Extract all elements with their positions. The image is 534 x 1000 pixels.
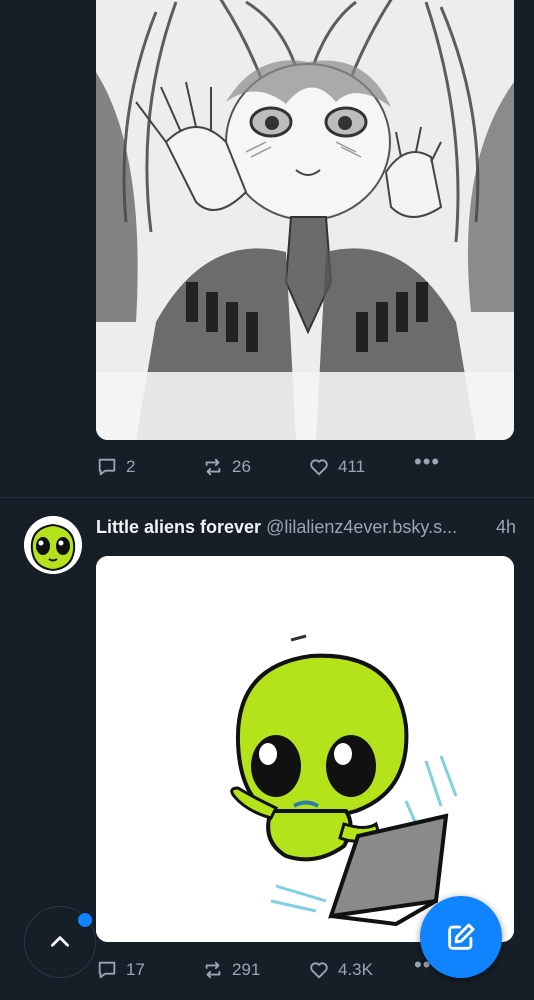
reply-count: 2 bbox=[126, 457, 136, 476]
reply-count: 17 bbox=[126, 960, 145, 979]
avatar[interactable] bbox=[24, 516, 82, 574]
post-image-alien[interactable] bbox=[96, 556, 514, 942]
author-name[interactable]: Little aliens forever bbox=[96, 517, 261, 537]
compose-post-button[interactable] bbox=[420, 896, 502, 978]
post-header: Little aliens forever @lilalienz4ever.bs… bbox=[96, 517, 516, 541]
repost-count: 291 bbox=[232, 960, 261, 979]
like-button[interactable]: 411 bbox=[308, 456, 365, 478]
like-count: 4.3K bbox=[338, 960, 373, 979]
alien-illustration bbox=[96, 556, 514, 942]
heart-icon bbox=[310, 459, 328, 476]
author-handle[interactable]: @lilalienz4ever.bsky.s... bbox=[266, 517, 457, 537]
post-timestamp: 4h bbox=[495, 517, 516, 537]
repost-button[interactable]: 26 bbox=[202, 456, 251, 478]
post-image-sketch[interactable] bbox=[96, 0, 514, 440]
feed: 2 26 411 ••• Little aliens forever @lila… bbox=[0, 0, 534, 1000]
post-divider bbox=[0, 497, 534, 498]
heart-icon bbox=[310, 962, 328, 979]
like-count: 411 bbox=[338, 457, 366, 476]
repost-count: 26 bbox=[232, 457, 251, 476]
chevron-up-icon bbox=[51, 936, 69, 947]
pencil-sketch-illustration bbox=[96, 0, 514, 440]
speech-bubble-icon bbox=[98, 458, 116, 476]
repost-arrows-icon bbox=[205, 961, 221, 979]
speech-bubble-icon bbox=[98, 961, 116, 979]
repost-button[interactable]: 291 bbox=[202, 959, 260, 981]
ellipsis-icon: ••• bbox=[414, 449, 441, 474]
post-actions: 2 26 411 ••• bbox=[96, 449, 514, 479]
repost-arrows-icon bbox=[205, 458, 221, 476]
more-options-button[interactable]: ••• bbox=[414, 449, 440, 475]
pencil-square-icon bbox=[448, 923, 475, 950]
reply-button[interactable]: 17 bbox=[96, 959, 145, 981]
alien-avatar-icon bbox=[24, 516, 82, 574]
like-button[interactable]: 4.3K bbox=[308, 959, 373, 981]
new-posts-indicator bbox=[76, 911, 94, 929]
reply-button[interactable]: 2 bbox=[96, 456, 135, 478]
